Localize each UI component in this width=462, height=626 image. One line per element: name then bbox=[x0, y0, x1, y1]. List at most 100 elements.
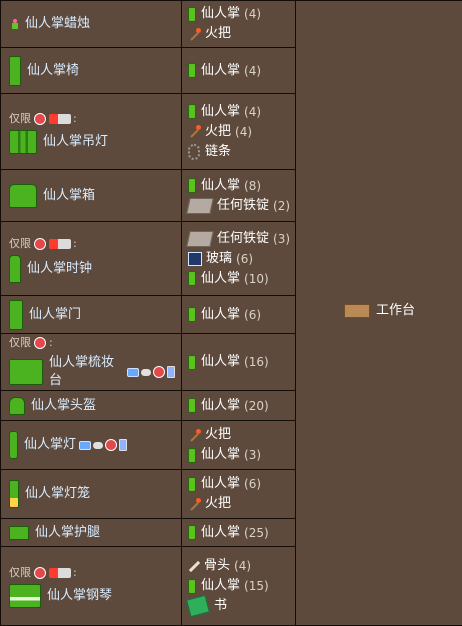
torch-icon bbox=[188, 125, 201, 138]
cactus-block-icon bbox=[188, 7, 196, 22]
ingredient-qty: (25) bbox=[244, 524, 269, 542]
cactus-block-icon bbox=[188, 398, 196, 413]
ingredient-link[interactable]: 仙人掌 bbox=[201, 306, 240, 324]
item-name-link[interactable]: 仙人掌灯笼 bbox=[25, 485, 90, 503]
ingredients-cell: 仙人掌 (6) bbox=[182, 296, 296, 334]
cactus-clock-icon bbox=[9, 255, 21, 283]
old-gen-console-icon bbox=[34, 567, 46, 579]
ingredient-line: 链条 bbox=[188, 143, 289, 161]
ingredients-cell: 任何铁锭 (3) 玻璃 (6) 仙人掌 (10) bbox=[182, 222, 296, 296]
station-name-link[interactable]: 工作台 bbox=[376, 302, 415, 320]
result-cell: 仙人掌蜡烛 bbox=[1, 1, 182, 48]
ingredient-link[interactable]: 骨头 bbox=[204, 557, 230, 575]
item-name-link[interactable]: 仙人掌头盔 bbox=[31, 397, 96, 415]
ingredient-link[interactable]: 火把 bbox=[205, 25, 231, 43]
item-name-link[interactable]: 仙人掌箱 bbox=[43, 187, 95, 205]
mobile-icon bbox=[167, 366, 175, 378]
ingredient-qty: (20) bbox=[244, 397, 269, 415]
result-cell: 仙人掌头盔 bbox=[1, 391, 182, 421]
ingredient-link[interactable]: 仙人掌 bbox=[201, 353, 240, 371]
item-name-link[interactable]: 仙人掌椅 bbox=[27, 62, 79, 80]
item-name-link[interactable]: 仙人掌灯 bbox=[24, 436, 76, 454]
iron-bar-icon bbox=[186, 231, 213, 247]
ingredient-line: 任何铁锭 (3) bbox=[188, 230, 289, 248]
ingredient-link[interactable]: 火把 bbox=[205, 426, 231, 444]
ingredient-link[interactable]: 仙人掌 bbox=[201, 577, 240, 595]
recipe-table: 仙人掌蜡烛 仙人掌 (4) 火把 工作台 bbox=[0, 0, 462, 626]
cactus-candle-icon bbox=[9, 19, 21, 29]
ingredients-cell: 仙人掌 (4) 火把 (4) 链条 bbox=[182, 94, 296, 170]
ingredient-link[interactable]: 任何铁锭 bbox=[217, 230, 269, 248]
ingredient-qty: (2) bbox=[273, 197, 290, 215]
ingredient-link[interactable]: 仙人掌 bbox=[201, 177, 240, 195]
cactus-helmet-icon bbox=[9, 397, 25, 415]
torch-icon bbox=[188, 429, 201, 442]
ingredient-link[interactable]: 任何铁锭 bbox=[217, 197, 269, 215]
crafting-station[interactable]: 工作台 bbox=[344, 302, 415, 320]
ingredients-cell: 仙人掌 (6) 火把 bbox=[182, 470, 296, 519]
ingredients-cell: 骨头 (4) 仙人掌 (15) 书 bbox=[182, 547, 296, 626]
ingredient-link[interactable]: 仙人掌 bbox=[201, 62, 240, 80]
ingredient-link[interactable]: 仙人掌 bbox=[201, 475, 240, 493]
ingredient-qty: (4) bbox=[244, 62, 261, 80]
ingredient-line: 火把 bbox=[188, 25, 289, 43]
station-cell: 工作台 bbox=[296, 1, 462, 626]
ingredients-cell: 仙人掌 (16) bbox=[182, 334, 296, 391]
ingredient-link[interactable]: 仙人掌 bbox=[201, 103, 240, 121]
glass-icon bbox=[188, 252, 202, 266]
desktop-icon bbox=[127, 368, 139, 377]
platform-restriction: 仅限 : bbox=[9, 110, 175, 128]
item-name-link[interactable]: 仙人掌时钟 bbox=[27, 260, 92, 278]
cactus-block-icon bbox=[188, 63, 196, 78]
cactus-block-icon bbox=[188, 104, 196, 119]
ingredient-link[interactable]: 链条 bbox=[205, 143, 231, 161]
ingredient-link[interactable]: 玻璃 bbox=[206, 250, 232, 268]
item-name-link[interactable]: 仙人掌钢琴 bbox=[47, 587, 112, 605]
bone-icon bbox=[188, 560, 200, 572]
ingredient-link[interactable]: 仙人掌 bbox=[201, 270, 240, 288]
cactus-piano-icon bbox=[9, 584, 41, 608]
result-cell: 仙人掌灯 bbox=[1, 421, 182, 470]
ingredient-qty: (4) bbox=[234, 557, 251, 575]
ingredient-line: 仙人掌 (10) bbox=[188, 270, 289, 288]
cactus-dresser-icon bbox=[9, 359, 43, 385]
ingredients-cell: 仙人掌 (4) 火把 bbox=[182, 1, 296, 48]
ingredient-line: 骨头 (4) bbox=[188, 557, 289, 575]
cactus-block-icon bbox=[188, 178, 196, 193]
result-cell: 仅限 : 仙人掌钢琴 bbox=[1, 547, 182, 626]
item-name-link[interactable]: 仙人掌护腿 bbox=[35, 524, 100, 542]
torch-icon bbox=[188, 498, 201, 511]
ingredients-cell: 仙人掌 (8) 任何铁锭 (2) bbox=[182, 170, 296, 222]
result-cell: 仙人掌椅 bbox=[1, 48, 182, 94]
ingredient-line: 仙人掌 (4) bbox=[188, 62, 289, 80]
chain-icon bbox=[188, 144, 200, 160]
ingredient-link[interactable]: 仙人掌 bbox=[201, 524, 240, 542]
ingredient-line: 火把 bbox=[188, 426, 289, 444]
platform-restriction: 仅限 : bbox=[9, 334, 175, 352]
ingredient-link[interactable]: 火把 bbox=[205, 123, 231, 141]
ingredient-link[interactable]: 书 bbox=[214, 597, 227, 615]
item-name-link[interactable]: 仙人掌梳妆台 bbox=[49, 354, 124, 390]
ingredient-line: 玻璃 (6) bbox=[188, 250, 289, 268]
3ds-icon bbox=[49, 568, 71, 578]
ingredient-line: 仙人掌 (25) bbox=[188, 524, 289, 542]
ingredient-link[interactable]: 仙人掌 bbox=[201, 5, 240, 23]
ingredient-link[interactable]: 火把 bbox=[205, 495, 231, 513]
item-name-link[interactable]: 仙人掌吊灯 bbox=[43, 133, 108, 151]
ingredient-link[interactable]: 仙人掌 bbox=[201, 397, 240, 415]
cactus-block-icon bbox=[188, 477, 196, 492]
ingredient-qty: (15) bbox=[244, 577, 269, 595]
3ds-icon bbox=[49, 239, 71, 249]
ingredients-cell: 仙人掌 (25) bbox=[182, 519, 296, 547]
cactus-lantern-icon bbox=[9, 480, 19, 508]
workbench-icon bbox=[344, 304, 370, 318]
item-name-link[interactable]: 仙人掌门 bbox=[29, 306, 81, 324]
ingredient-link[interactable]: 仙人掌 bbox=[201, 446, 240, 464]
recipe-row: 仙人掌蜡烛 仙人掌 (4) 火把 工作台 bbox=[1, 1, 462, 48]
result-cell: 仙人掌门 bbox=[1, 296, 182, 334]
ingredients-cell: 火把 仙人掌 (3) bbox=[182, 421, 296, 470]
result-cell: 仙人掌护腿 bbox=[1, 519, 182, 547]
mobile-icon bbox=[119, 439, 127, 451]
result-cell: 仅限 : 仙人掌时钟 bbox=[1, 222, 182, 296]
item-name-link[interactable]: 仙人掌蜡烛 bbox=[25, 15, 90, 33]
